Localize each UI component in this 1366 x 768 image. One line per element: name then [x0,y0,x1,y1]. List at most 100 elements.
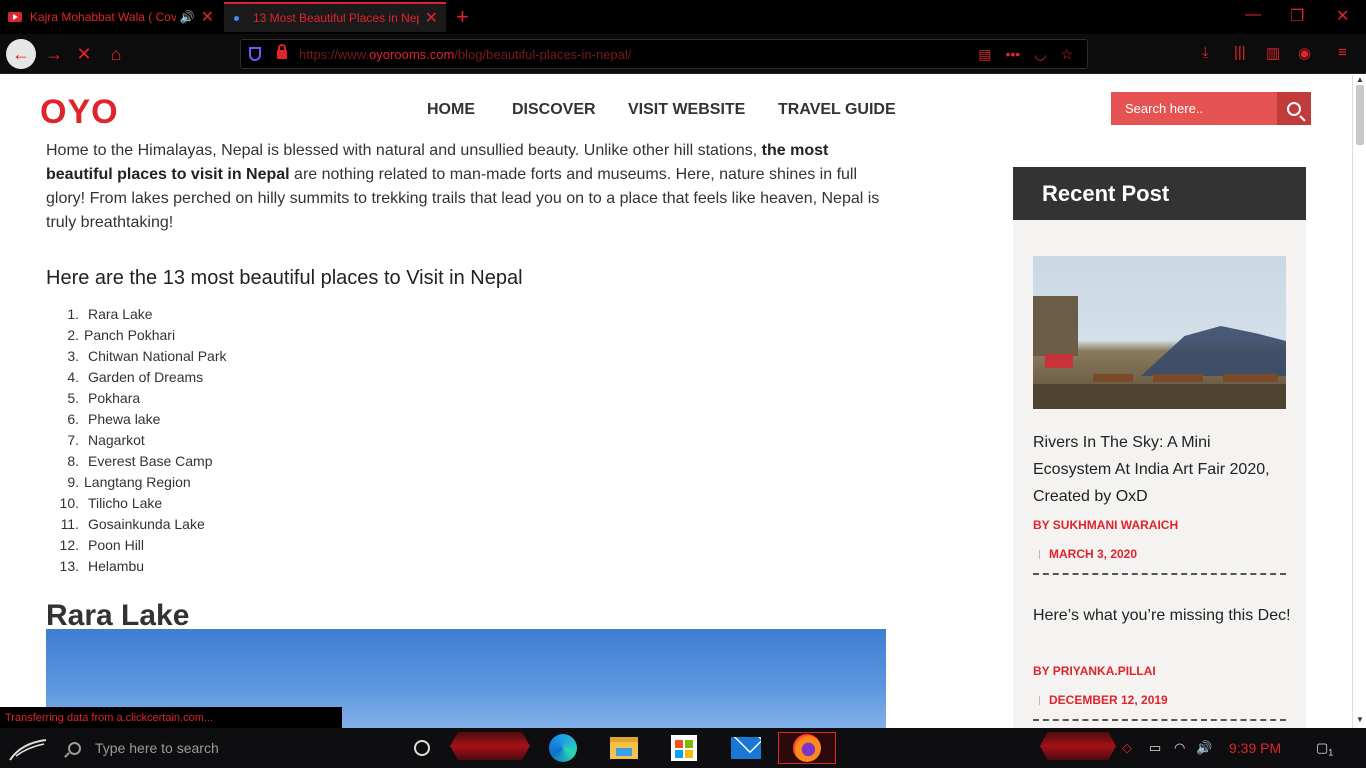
article-intro: Home to the Himalayas, Nepal is blessed … [46,139,888,235]
reader-view-icon[interactable]: ▤ [978,46,991,63]
close-window-icon[interactable]: ✕ [1336,6,1349,26]
list-text: Panch Pokhari [84,327,176,343]
close-tab-icon[interactable]: ✕ [201,7,214,27]
list-text: Nagarkot [88,432,145,448]
post-title-link[interactable]: Rivers In The Sky: A Mini Ecosystem At I… [1033,429,1293,510]
list-number: 11. [60,516,79,532]
notification-count: 1 [1328,747,1334,758]
file-explorer-app[interactable] [606,732,642,764]
list-number: 4. [67,369,79,385]
post-author[interactable]: BY PRIYANKA.PILLAI [1033,664,1156,678]
mail-app[interactable] [728,732,764,764]
page-scrollbar[interactable]: ▲ ▼ [1352,75,1366,728]
bookmark-star-icon[interactable]: ☆ [1060,46,1073,63]
page-actions-icon[interactable]: ••• [1006,46,1021,62]
web-page: OYO HOME DISCOVER VISIT WEBSITE TRAVEL G… [0,75,1352,728]
new-tab-icon[interactable]: + [456,4,469,30]
thumb-ground [1033,384,1286,409]
stop-button[interactable]: ✕ [70,40,98,68]
close-tab-icon[interactable]: ✕ [425,8,438,28]
thumb-table [1093,374,1133,382]
list-number: 2. [67,327,79,343]
firefox-app[interactable] [778,732,836,764]
oyo-logo[interactable]: OYO [40,93,119,132]
url-bar[interactable]: https://www.oyorooms.com/blog/beautiful-… [240,39,1088,69]
taskbar-clock[interactable]: 9:39 PM [1229,740,1281,756]
scroll-down-icon[interactable]: ▼ [1356,715,1364,724]
lock-icon[interactable] [277,43,287,59]
list-number: 3. [67,348,79,364]
post-divider [1033,719,1286,721]
library-icon[interactable]: ||| [1234,44,1246,61]
scroll-up-icon[interactable]: ▲ [1356,75,1364,84]
pocket-icon[interactable]: ◡ [1034,46,1046,63]
tab-title: 13 Most Beautiful Places in Nepal [253,11,419,25]
taskbar-search-placeholder: Type here to search [95,740,219,756]
thumb-building [1033,296,1078,356]
battery-icon[interactable]: ▭ [1149,740,1161,756]
wifi-icon[interactable]: ◠ [1174,740,1185,756]
cortana-icon[interactable] [414,740,430,756]
list-item: 6. Phewa lake [46,409,888,430]
sidebar-heading: Recent Post [1013,167,1306,220]
scrollbar-thumb[interactable] [1356,85,1364,145]
list-text: Langtang Region [84,474,191,490]
nav-visit-website[interactable]: VISIT WEBSITE [628,101,745,119]
places-list: 1. Rara Lake 2. Panch Pokhari 3. Chitwan Na… [46,304,888,577]
minimize-icon[interactable]: — [1245,6,1261,24]
volume-icon[interactable]: 🔊 [1196,740,1212,756]
firefox-icon [793,734,821,762]
download-icon[interactable]: ⤓ [1202,44,1209,61]
list-number: 8. [67,453,79,469]
tab-youtube[interactable]: Kajra Mohabbat Wala ( Cover 🔊 ✕ [0,2,222,32]
rog-icon[interactable]: ◇ [1122,740,1132,756]
nav-travel-guide[interactable]: TRAVEL GUIDE [778,101,896,119]
sidebar-icon[interactable]: ▥ [1266,44,1280,62]
list-item: 12. Poon Hill [46,535,888,556]
list-item: 7. Nagarkot [46,430,888,451]
restore-icon[interactable]: ❐ [1290,6,1304,26]
list-text: Helambu [88,558,145,574]
list-item: 5. Pokhara [46,388,888,409]
search-icon [1287,101,1301,116]
post-date-text: DECEMBER 12, 2019 [1049,693,1168,707]
tracking-shield-icon[interactable] [249,47,261,61]
list-item: 9. Langtang Region [46,472,888,493]
notification-icon[interactable]: ▢1 [1316,740,1333,758]
post-thumbnail[interactable] [1033,256,1286,409]
url-text[interactable]: https://www.oyorooms.com/blog/beautiful-… [299,47,978,62]
url-domain: oyorooms.com [369,46,455,62]
tab-oyo-nepal[interactable]: 13 Most Beautiful Places in Nepal ✕ [224,2,446,32]
list-text: Garden of Dreams [88,369,204,385]
store-app[interactable] [666,732,702,764]
taskbar-search[interactable]: Type here to search [56,728,396,768]
list-text: Gosainkunda Lake [88,516,205,532]
list-number: 7. [67,432,79,448]
nav-home[interactable]: HOME [427,101,475,119]
list-item: 11. Gosainkunda Lake [46,514,888,535]
list-heading: Here are the 13 most beautiful places to… [46,267,523,289]
list-text: Pokhara [88,390,141,406]
speaker-icon[interactable]: 🔊 [180,10,195,24]
list-item: 1. Rara Lake [46,304,888,325]
post-title-link[interactable]: Here’s what you’re missing this Dec! [1033,602,1293,629]
account-icon[interactable]: ◉ [1298,44,1311,62]
post-author[interactable]: BY SUKHMANI WARAICH [1033,518,1178,532]
browser-nav-bar: ← → ✕ ⌂ https://www.oyorooms.com/blog/be… [0,34,1366,74]
search-input[interactable] [1111,92,1277,125]
nav-discover[interactable]: DISCOVER [512,101,596,119]
list-number: 10. [59,495,79,511]
taskbar: Type here to search ◇ ▭ ◠ 🔊 9:39 PM ▢1 [0,728,1366,768]
url-prefix: https://www. [299,46,370,62]
edge-app[interactable] [545,732,581,764]
menu-icon[interactable]: ≡ [1338,44,1347,61]
home-button[interactable]: ⌂ [102,40,130,68]
list-item: 4. Garden of Dreams [46,367,888,388]
post-date-text: MARCH 3, 2020 [1049,547,1138,561]
start-button-icon[interactable] [8,734,48,762]
back-button[interactable]: ← [6,39,36,69]
list-number: 12. [59,537,79,553]
thumb-tent [1141,326,1286,376]
search-button[interactable] [1277,92,1311,125]
forward-button[interactable]: → [40,40,68,68]
